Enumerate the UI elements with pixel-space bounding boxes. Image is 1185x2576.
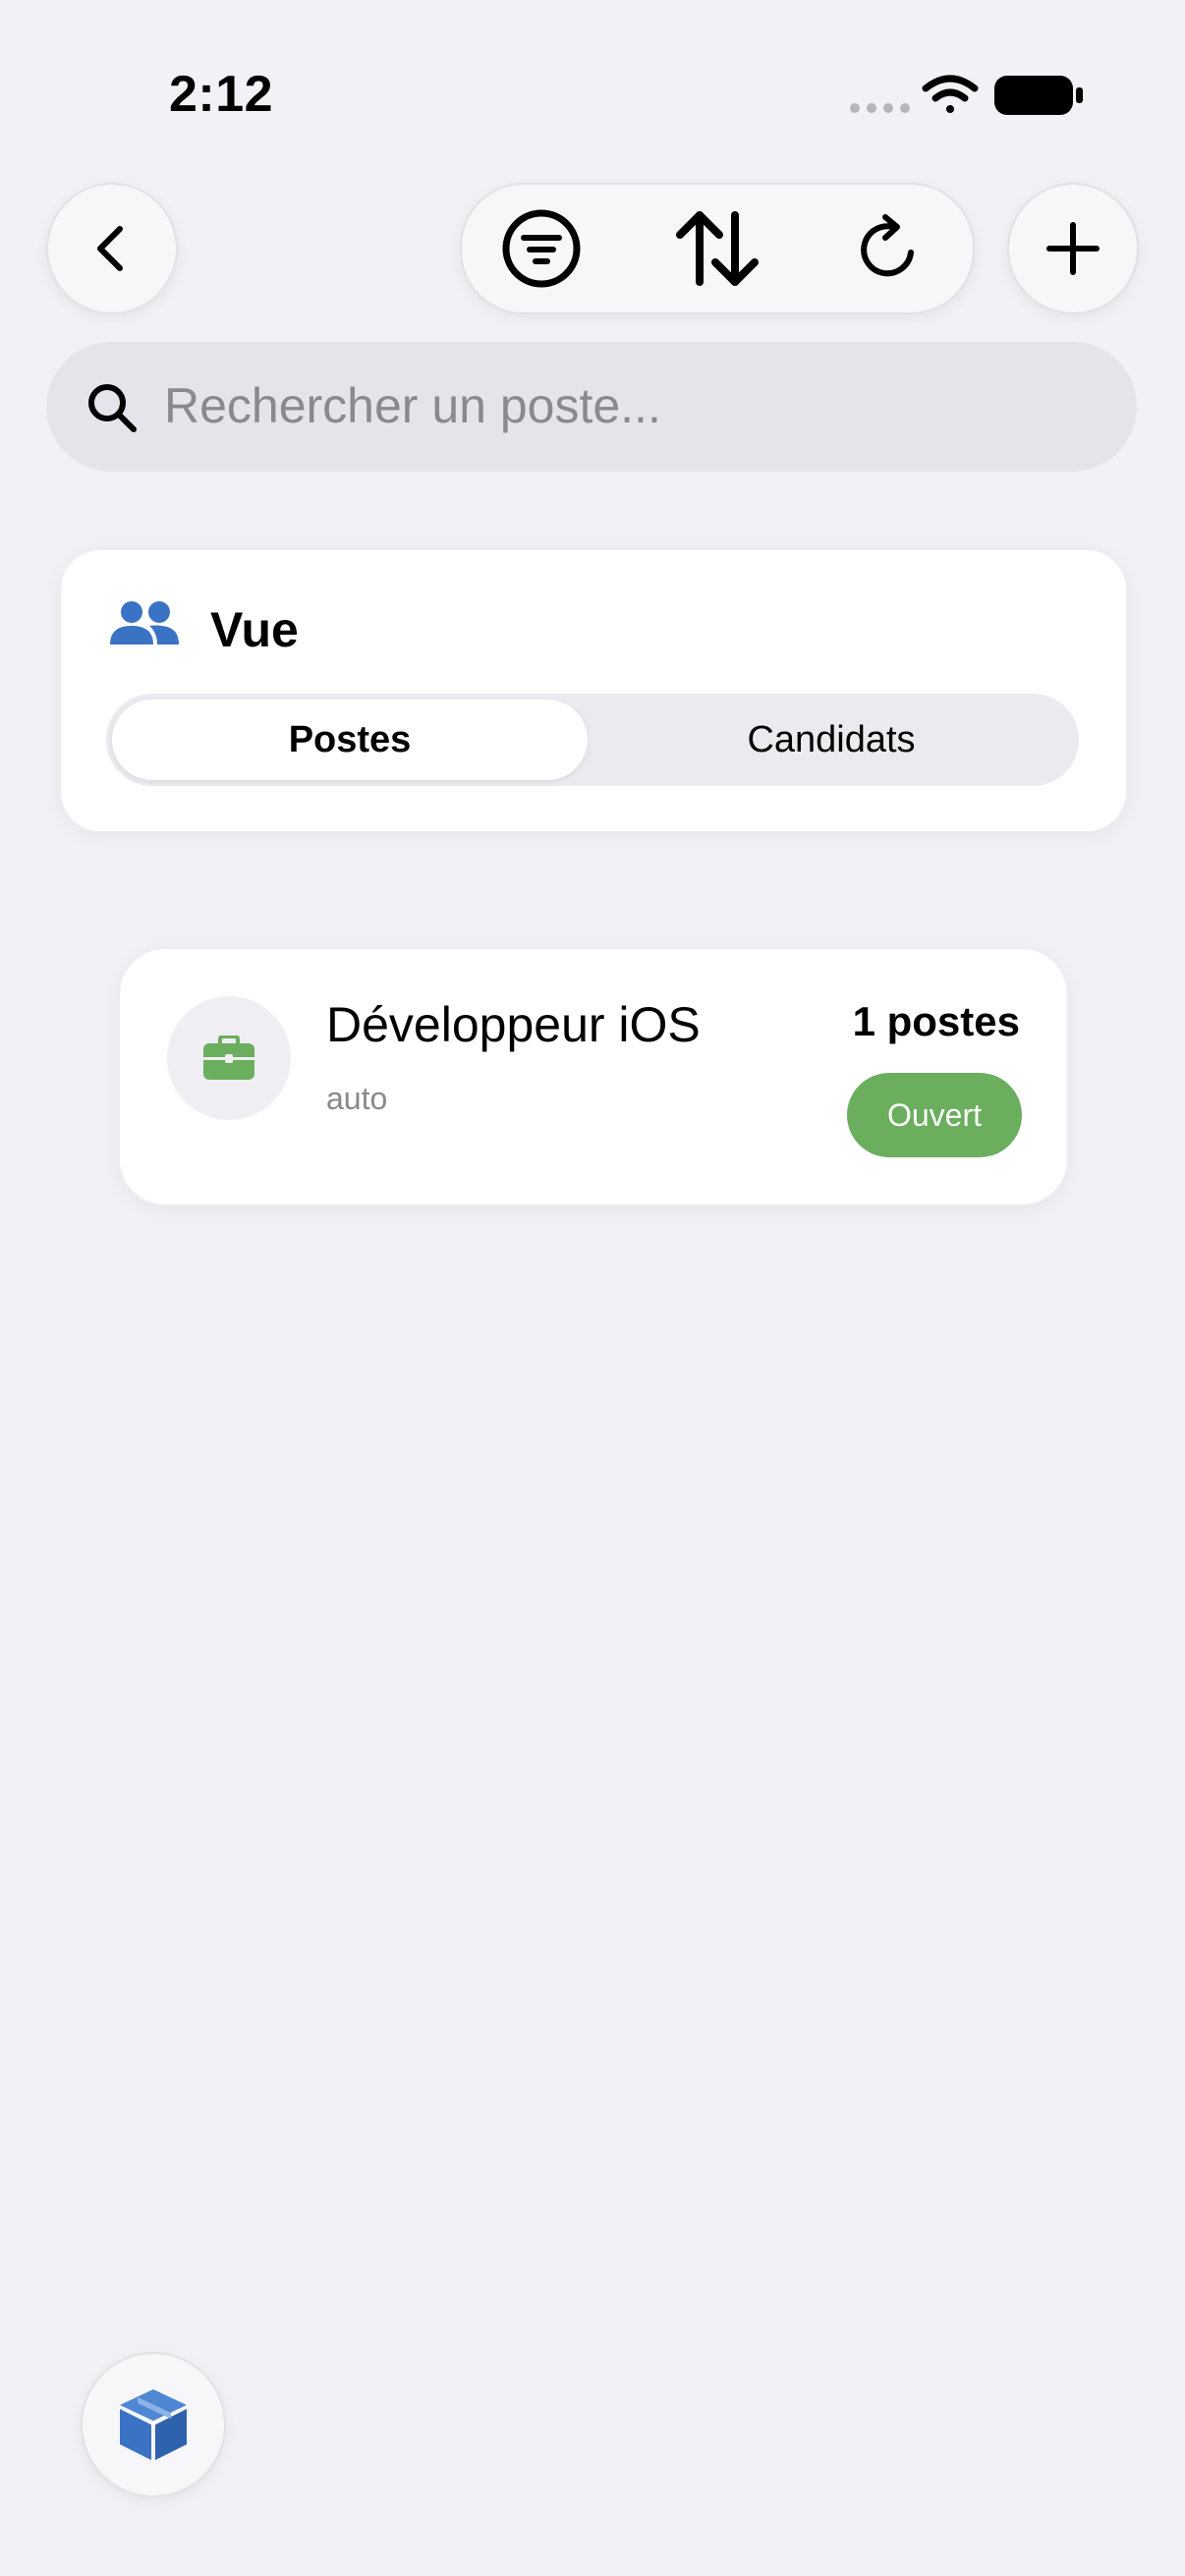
segment-candidats[interactable]: Candidats bbox=[593, 700, 1069, 780]
search-icon bbox=[88, 384, 137, 432]
add-button[interactable] bbox=[1007, 183, 1139, 314]
cube-icon bbox=[120, 2389, 187, 2460]
job-count: 1 postes bbox=[852, 998, 1020, 1044]
wifi-icon bbox=[922, 75, 979, 113]
view-title: Vue bbox=[210, 602, 299, 657]
status-time: 2:12 bbox=[169, 66, 274, 123]
refresh-button[interactable] bbox=[816, 185, 963, 312]
status-bar-icons bbox=[850, 75, 1083, 115]
signal-dots-icon bbox=[850, 103, 910, 113]
job-card[interactable]: Développeur iOS auto 1 postes Ouvert bbox=[118, 947, 1069, 1206]
search-placeholder: Rechercher un poste... bbox=[164, 378, 661, 433]
status-badge: Ouvert bbox=[847, 1073, 1022, 1157]
plus-icon bbox=[1046, 222, 1100, 275]
people-icon bbox=[110, 601, 179, 644]
filter-icon bbox=[502, 209, 581, 288]
battery-icon bbox=[994, 76, 1083, 115]
view-segmented-control: Postes Candidats bbox=[106, 694, 1079, 786]
job-subtitle: auto bbox=[326, 1081, 388, 1116]
view-card: Vue Postes Candidats bbox=[59, 548, 1128, 833]
cube-button[interactable] bbox=[81, 2352, 226, 2497]
sort-button[interactable] bbox=[644, 185, 791, 312]
filter-button[interactable] bbox=[468, 185, 615, 312]
briefcase-icon bbox=[203, 1036, 254, 1080]
refresh-icon bbox=[861, 214, 914, 277]
toolbar-actions-group bbox=[460, 183, 975, 314]
search-input[interactable]: Rechercher un poste... bbox=[46, 342, 1137, 472]
job-title: Développeur iOS bbox=[326, 997, 701, 1052]
sort-arrows-icon bbox=[676, 211, 759, 286]
segment-postes[interactable]: Postes bbox=[112, 700, 588, 780]
chevron-left-icon bbox=[97, 226, 123, 271]
job-avatar bbox=[167, 996, 291, 1120]
back-button[interactable] bbox=[46, 183, 178, 314]
